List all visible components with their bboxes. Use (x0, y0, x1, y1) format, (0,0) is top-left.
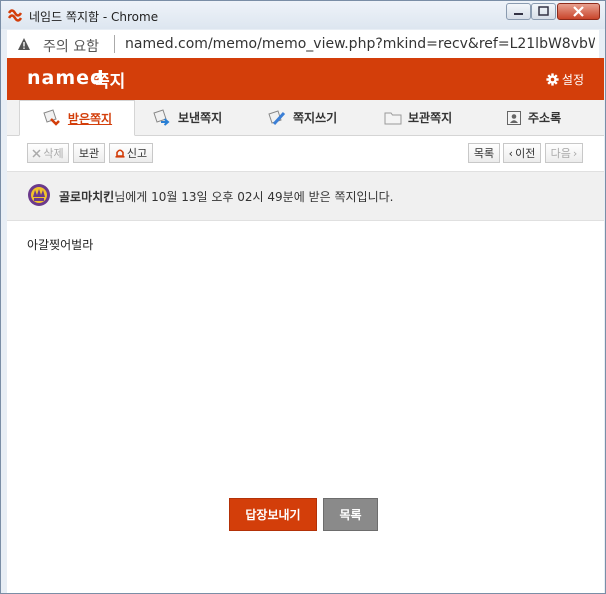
message-info-bar: 골로마치킨님에게 10월 13일 오후 02시 49분에 받은 쪽지입니다. (7, 171, 604, 221)
prev-label: 이전 (515, 147, 536, 160)
window-title: 네임드 쪽지함 - Chrome (29, 10, 159, 24)
close-window-button[interactable] (557, 3, 600, 20)
memo-tabs: 받은쪽지 보낸쪽지 쪽지쓰기 보관쪽지 주소록 (7, 100, 604, 136)
settings-link[interactable]: 설정 (546, 71, 584, 88)
page-header: named 쪽지 설정 (7, 58, 604, 100)
compose-icon (268, 109, 286, 125)
tab-archive[interactable]: 보관쪽지 (384, 100, 452, 135)
gear-icon (546, 73, 559, 86)
keep-label: 보관 (78, 147, 100, 160)
address-bar[interactable]: 주의 요함 named.com/memo/memo_view.php?mkind… (7, 30, 599, 59)
settings-label: 설정 (561, 73, 584, 87)
tab-inbox[interactable]: 받은쪽지 (19, 100, 135, 136)
minimize-button[interactable] (506, 3, 531, 20)
minimize-icon (514, 13, 523, 15)
tab-label: 쪽지쓰기 (293, 111, 338, 125)
sent-icon (153, 108, 170, 126)
warning-icon (18, 38, 30, 50)
reply-button[interactable]: 답장보내기 (229, 498, 317, 531)
report-button[interactable]: 신고 (109, 143, 153, 163)
title-bar: 네임드 쪽지함 - Chrome (1, 1, 605, 29)
next-button[interactable]: 다음 › (545, 143, 583, 163)
folder-icon (384, 112, 402, 124)
sender-name[interactable]: 골로마치킨 (59, 190, 114, 204)
named-app-icon (8, 9, 23, 22)
addressbook-icon (507, 110, 521, 125)
list-button[interactable]: 목록 (468, 143, 500, 163)
tab-compose[interactable]: 쪽지쓰기 (267, 100, 337, 135)
browser-window: 네임드 쪽지함 - Chrome 주의 요함 named.com/memo/me… (0, 0, 606, 594)
message-actions: 답장보내기 목록 (7, 498, 604, 532)
maximize-button[interactable] (531, 3, 556, 20)
inbox-icon (43, 109, 60, 126)
message-info-text: 골로마치킨님에게 10월 13일 오후 02시 49분에 받은 쪽지입니다. (59, 188, 393, 205)
delete-button[interactable]: 삭제 (27, 143, 69, 163)
received-info: 님에게 10월 13일 오후 02시 49분에 받은 쪽지입니다. (114, 190, 394, 204)
address-separator (114, 35, 115, 53)
tab-label: 주소록 (528, 111, 562, 125)
tab-sent[interactable]: 보낸쪽지 (152, 100, 222, 135)
url-text[interactable]: named.com/memo/memo_view.php?mkind=recv&… (125, 36, 595, 52)
page-title: 쪽지 (94, 72, 126, 92)
tab-addressbook[interactable]: 주소록 (506, 100, 561, 135)
delete-label: 삭제 (43, 147, 64, 160)
maximize-icon (538, 6, 549, 16)
close-icon (32, 148, 41, 158)
prev-button[interactable]: ‹ 이전 (503, 143, 541, 163)
tab-label: 보관쪽지 (408, 111, 453, 125)
memo-page: named 쪽지 설정 받은쪽지 보낸쪽지 쪽지쓰기 보관쪽지 주소록 삭제 보… (7, 58, 604, 593)
memo-toolbar: 삭제 보관 신고 목록 ‹ 이전 다음 › (7, 136, 604, 170)
tab-label: 받은쪽지 (67, 111, 113, 126)
message-body: 아갈찢어벌라 (27, 238, 94, 252)
bell-icon (115, 148, 125, 158)
close-icon (573, 6, 584, 17)
keep-button[interactable]: 보관 (73, 143, 105, 163)
chevron-left-icon: ‹ (508, 146, 514, 160)
chevron-right-icon: › (572, 146, 578, 160)
next-label: 다음 (550, 147, 571, 160)
tab-label: 보낸쪽지 (178, 111, 223, 125)
avatar (28, 184, 50, 206)
list-bottom-button[interactable]: 목록 (323, 498, 378, 531)
report-label: 신고 (126, 147, 148, 160)
security-status[interactable]: 주의 요함 (43, 36, 99, 56)
list-label: 목록 (473, 147, 495, 160)
named-logo[interactable]: named (27, 67, 105, 89)
